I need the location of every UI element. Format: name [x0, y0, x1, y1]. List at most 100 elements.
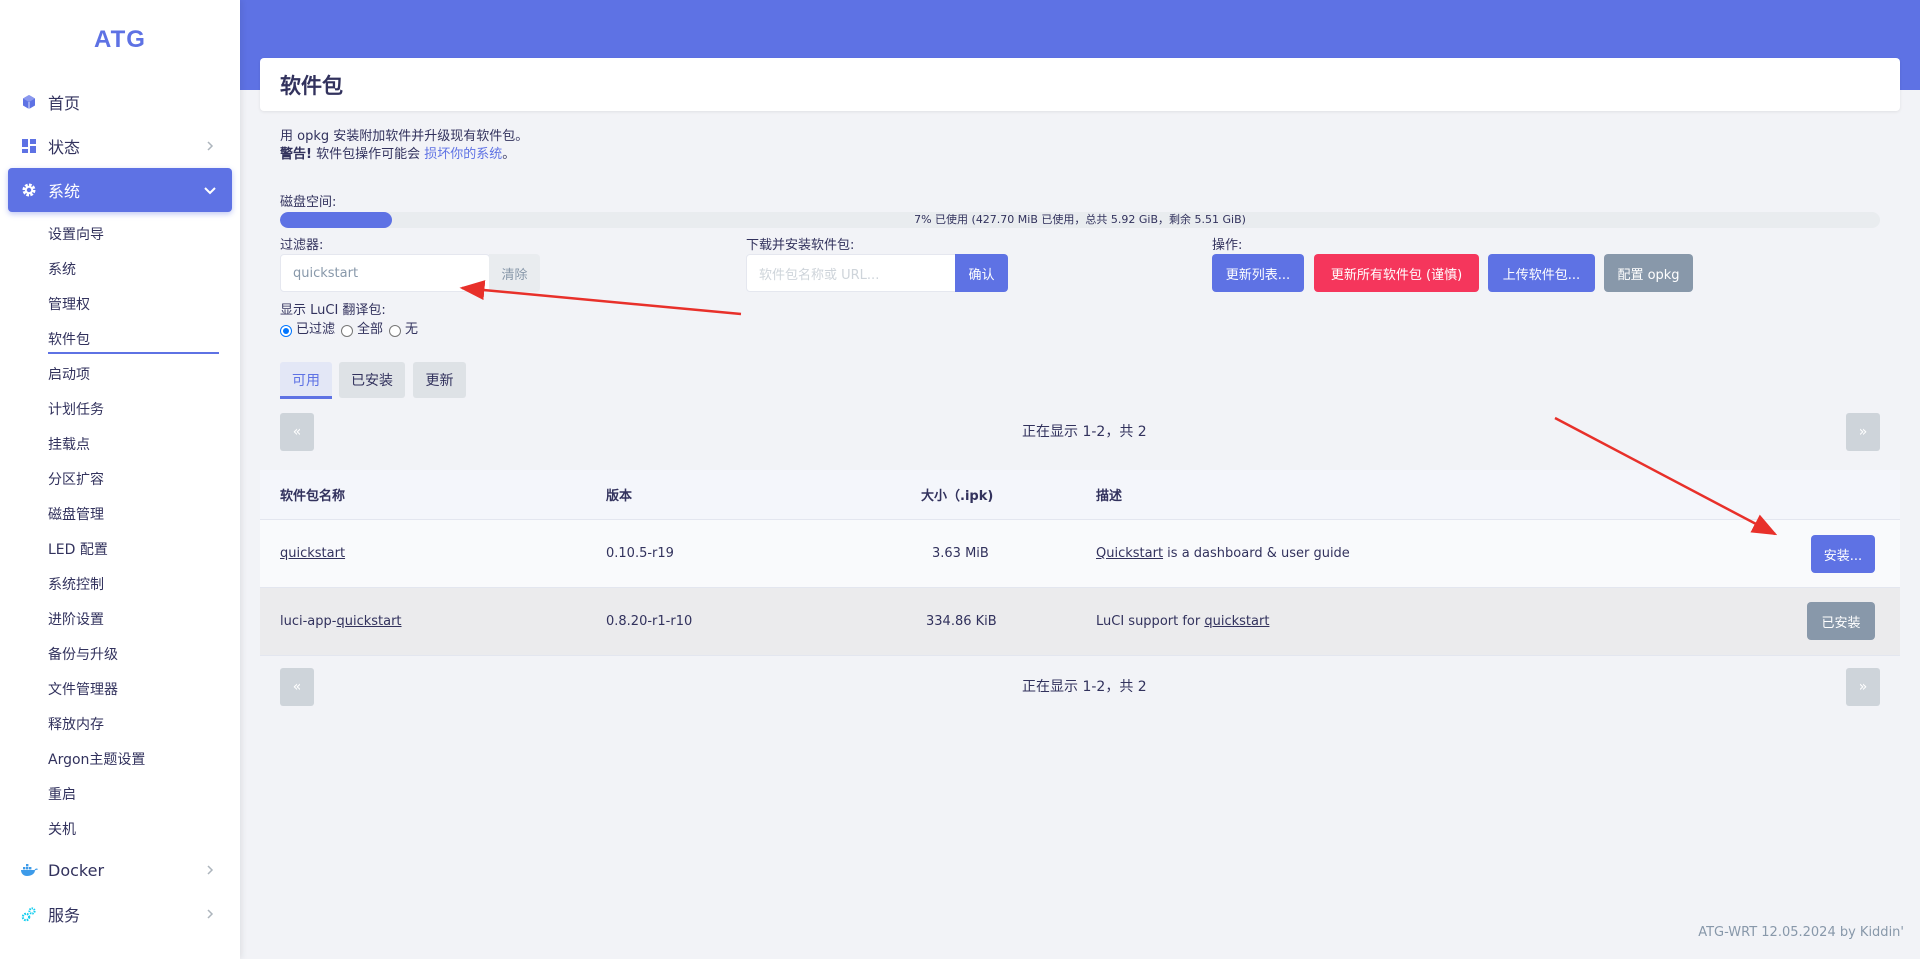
- sub-item-led-config[interactable]: LED 配置: [0, 531, 240, 566]
- upgrade-all-button[interactable]: 更新所有软件包 (谨慎): [1314, 254, 1479, 292]
- sub-item-system[interactable]: 系统: [0, 251, 240, 286]
- package-url-input[interactable]: 软件包名称或 URL...: [746, 254, 956, 292]
- sub-item-shutdown[interactable]: 关机: [0, 811, 240, 846]
- disk-space-label: 磁盘空间:: [280, 195, 337, 210]
- cube-icon: [20, 93, 38, 111]
- pager-next-button[interactable]: »: [1846, 413, 1880, 451]
- description-text: LuCI support for: [1096, 614, 1205, 629]
- logo[interactable]: ATG: [0, 0, 240, 80]
- sidebar-item-label: 系统: [48, 182, 81, 201]
- package-size: 334.86 KiB: [926, 614, 997, 629]
- filter-clear-button[interactable]: 清除: [489, 254, 540, 292]
- radio-none[interactable]: 无: [389, 318, 418, 337]
- package-description: LuCI support for quickstart: [1096, 614, 1269, 629]
- column-header-size: 大小（.ipk): [921, 489, 994, 504]
- filter-label: 过滤器:: [280, 238, 324, 253]
- sidebar-item-home[interactable]: 首页: [0, 80, 240, 124]
- luci-translation-options: 已过滤 全部 无: [280, 318, 424, 337]
- warning-line: 警告! 软件包操作可能会 损坏你的系统。: [280, 146, 1880, 164]
- radio-filtered[interactable]: 已过滤: [280, 318, 335, 337]
- sub-item-startup[interactable]: 启动项: [0, 356, 240, 391]
- sidebar-item-label: 状态: [48, 138, 81, 157]
- radio-all[interactable]: 全部: [341, 318, 383, 337]
- table-header: 软件包名称 版本 大小（.ipk) 描述: [260, 470, 1900, 520]
- sub-item-scheduled-tasks[interactable]: 计划任务: [0, 391, 240, 426]
- chevron-right-icon: [202, 138, 218, 154]
- chevron-right-icon: [202, 862, 218, 878]
- pager-status: 正在显示 1-2，共 2: [1022, 424, 1147, 440]
- chevron-right-icon: [202, 906, 218, 922]
- docker-icon: [20, 861, 38, 879]
- description-text: is a dashboard & user guide: [1163, 546, 1350, 561]
- sidebar-item-label: 服务: [48, 906, 81, 925]
- radio-button[interactable]: [389, 324, 402, 337]
- sub-item-admin[interactable]: 管理权: [0, 286, 240, 321]
- sub-item-reboot[interactable]: 重启: [0, 776, 240, 811]
- pager-next-button[interactable]: »: [1846, 668, 1880, 706]
- description-link[interactable]: quickstart: [1204, 614, 1269, 629]
- sub-item-mount-points[interactable]: 挂载点: [0, 426, 240, 461]
- page-title: 软件包: [260, 58, 1900, 111]
- pager-status: 正在显示 1-2，共 2: [1022, 679, 1147, 695]
- sidebar-item-label: Docker: [48, 860, 105, 880]
- warning-end: 。: [502, 147, 516, 162]
- disk-usage-bar: 7% 已使用 (427.70 MiB 已使用，总共 5.92 GiB，剩余 5.…: [280, 212, 1880, 228]
- sub-item-free-memory[interactable]: 释放内存: [0, 706, 240, 741]
- radio-label: 无: [405, 322, 419, 337]
- sidebar-item-services[interactable]: 服务: [0, 892, 240, 936]
- package-version: 0.10.5-r19: [606, 546, 674, 561]
- download-label: 下载并安装软件包:: [746, 238, 855, 253]
- sidebar-item-status[interactable]: 状态: [0, 124, 240, 168]
- sub-item-partition-expand[interactable]: 分区扩容: [0, 461, 240, 496]
- package-size: 3.63 MiB: [932, 546, 989, 561]
- filter-input[interactable]: quickstart: [280, 254, 490, 292]
- package-description: Quickstart is a dashboard & user guide: [1096, 546, 1350, 561]
- sub-item-system-control[interactable]: 系统控制: [0, 566, 240, 601]
- disk-usage-text: 7% 已使用 (427.70 MiB 已使用，总共 5.92 GiB，剩余 5.…: [914, 213, 1246, 226]
- sidebar: ATG 首页 状态 系统 设置向导 系统 管理权 软件包 启动项 计划任务 挂载…: [0, 0, 240, 959]
- description-link[interactable]: Quickstart: [1096, 546, 1163, 561]
- sub-item-software[interactable]: 软件包: [0, 321, 240, 356]
- sidebar-item-system[interactable]: 系统: [8, 168, 232, 212]
- install-button[interactable]: 安装...: [1811, 535, 1875, 573]
- tab-updates[interactable]: 更新: [413, 362, 466, 398]
- services-icon: [20, 905, 38, 923]
- sub-item-backup-upgrade[interactable]: 备份与升级: [0, 636, 240, 671]
- sub-item-disk-management[interactable]: 磁盘管理: [0, 496, 240, 531]
- radio-button[interactable]: [280, 324, 292, 337]
- page-description: 用 opkg 安装附加软件并升级现有软件包。 警告! 软件包操作可能会 损坏你的…: [280, 128, 1880, 164]
- warning-text: 软件包操作可能会: [311, 147, 425, 162]
- pager-prev-button[interactable]: «: [280, 413, 314, 451]
- confirm-install-button[interactable]: 确认: [955, 254, 1008, 292]
- installed-button[interactable]: 已安装: [1807, 602, 1875, 640]
- package-name-link[interactable]: quickstart: [336, 614, 401, 629]
- radio-button[interactable]: [341, 324, 354, 337]
- column-header-description: 描述: [1096, 489, 1123, 504]
- package-name: luci-app-quickstart: [280, 614, 402, 629]
- sub-item-argon-theme[interactable]: Argon主题设置: [0, 741, 240, 776]
- gear-icon: [20, 181, 38, 199]
- chevron-down-icon: [202, 182, 218, 198]
- sub-item-advanced-settings[interactable]: 进阶设置: [0, 601, 240, 636]
- update-lists-button[interactable]: 更新列表...: [1212, 254, 1304, 292]
- column-header-name: 软件包名称: [280, 489, 346, 504]
- pager-prev-button[interactable]: «: [280, 668, 314, 706]
- tab-available[interactable]: 可用: [280, 362, 332, 399]
- table-row: luci-app-quickstart 0.8.20-r1-r10 334.86…: [260, 588, 1900, 656]
- packages-table: 软件包名称 版本 大小（.ipk) 描述 quickstart 0.10.5-r…: [260, 470, 1900, 656]
- sub-item-setup-wizard[interactable]: 设置向导: [0, 216, 240, 251]
- radio-label: 全部: [357, 322, 384, 337]
- package-version: 0.8.20-r1-r10: [606, 614, 693, 629]
- package-name-link[interactable]: quickstart: [280, 546, 345, 561]
- warning-link[interactable]: 损坏你的系统: [424, 147, 502, 162]
- warning-label: 警告!: [280, 147, 312, 162]
- sidebar-item-docker[interactable]: Docker: [0, 848, 240, 892]
- column-header-version: 版本: [606, 489, 633, 504]
- configure-opkg-button[interactable]: 配置 opkg: [1604, 254, 1693, 292]
- upload-package-button[interactable]: 上传软件包...: [1488, 254, 1595, 292]
- description-line: 用 opkg 安装附加软件并升级现有软件包。: [280, 129, 529, 144]
- dashboard-icon: [20, 137, 38, 155]
- tab-installed[interactable]: 已安装: [339, 362, 405, 398]
- package-name-prefix: luci-app-: [280, 614, 337, 629]
- sub-item-file-manager[interactable]: 文件管理器: [0, 671, 240, 706]
